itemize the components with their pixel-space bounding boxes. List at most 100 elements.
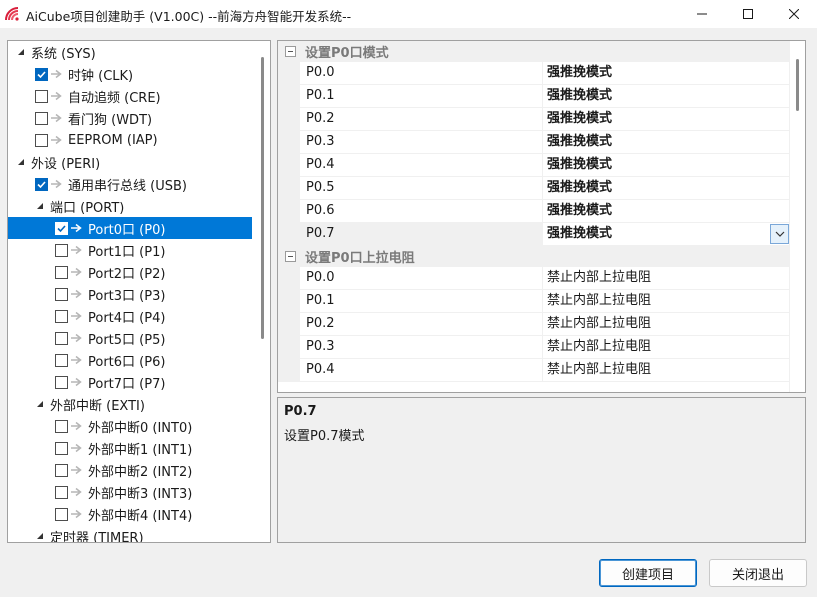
checkbox[interactable] xyxy=(55,265,68,279)
property-row[interactable]: P0.5 强推挽模式 xyxy=(278,177,790,200)
tree-scrollbar[interactable] xyxy=(256,41,270,542)
checkbox[interactable] xyxy=(55,353,68,367)
tree-item[interactable]: 外部中断0 (INT0) xyxy=(8,415,252,437)
checkbox[interactable] xyxy=(55,243,68,257)
tree-item[interactable]: 外部中断4 (INT4) xyxy=(8,503,252,525)
property-value[interactable]: 禁止内部上拉电阻 xyxy=(543,313,790,336)
collapse-icon[interactable] xyxy=(285,251,296,262)
grid-scrollbar[interactable] xyxy=(789,41,805,392)
expand-triangle-icon[interactable] xyxy=(16,47,26,57)
tree-group[interactable]: 外部中断 (EXTI) xyxy=(8,393,252,415)
checkbox[interactable] xyxy=(55,375,68,389)
property-row[interactable]: P0.0 强推挽模式 xyxy=(278,62,790,85)
checkbox[interactable] xyxy=(55,331,68,345)
tree-item[interactable]: 外部中断2 (INT2) xyxy=(8,459,252,481)
property-value[interactable]: 强推挽模式 xyxy=(543,223,790,246)
checkbox[interactable] xyxy=(55,419,68,433)
property-grid[interactable]: 设置P0口模式 P0.0 强推挽模式 P0.1 强推挽模式 P0.2 强推挽模式 P0.3 强推… xyxy=(277,40,806,393)
property-row[interactable]: P0.3 禁止内部上拉电阻 xyxy=(278,336,790,359)
tree-item[interactable]: 通用串行总线 (USB) xyxy=(8,173,252,195)
expand-triangle-icon[interactable] xyxy=(35,399,45,409)
tree-item[interactable]: Port1口 (P1) xyxy=(8,239,252,261)
checkbox[interactable] xyxy=(55,485,68,499)
expand-triangle-icon[interactable] xyxy=(35,201,45,211)
property-row[interactable]: P0.1 禁止内部上拉电阻 xyxy=(278,290,790,313)
expand-triangle-icon[interactable] xyxy=(35,531,45,541)
property-row[interactable]: P0.2 强推挽模式 xyxy=(278,108,790,131)
property-row[interactable]: P0.7 强推挽模式 xyxy=(278,223,790,246)
property-name[interactable]: P0.0 xyxy=(300,267,543,290)
property-row[interactable]: P0.6 强推挽模式 xyxy=(278,200,790,223)
tree-item[interactable]: Port0口 (P0) xyxy=(8,217,252,239)
minimize-button[interactable] xyxy=(679,0,725,28)
close-exit-button[interactable]: 关闭退出 xyxy=(709,559,807,587)
expand-triangle-icon[interactable] xyxy=(16,157,26,167)
tree-scrollbar-thumb[interactable] xyxy=(261,57,264,339)
property-value[interactable]: 强推挽模式 xyxy=(543,131,790,154)
property-row[interactable]: P0.3 强推挽模式 xyxy=(278,131,790,154)
grid-scrollbar-thumb[interactable] xyxy=(796,59,799,111)
collapse-icon[interactable] xyxy=(285,46,296,57)
property-value[interactable]: 强推挽模式 xyxy=(543,200,790,223)
tree-group[interactable]: 外设 (PERI) xyxy=(8,151,252,173)
property-name[interactable]: P0.7 xyxy=(300,223,543,246)
tree-item[interactable]: Port3口 (P3) xyxy=(8,283,252,305)
tree-item[interactable]: Port4口 (P4) xyxy=(8,305,252,327)
property-row[interactable]: P0.0 禁止内部上拉电阻 xyxy=(278,267,790,290)
title-bar[interactable]: AiCube项目创建助手 (V1.00C) --前海方舟智能开发系统-- xyxy=(0,0,817,28)
property-row[interactable]: P0.2 禁止内部上拉电阻 xyxy=(278,313,790,336)
property-name[interactable]: P0.3 xyxy=(300,336,543,359)
tree-item[interactable]: Port7口 (P7) xyxy=(8,371,252,393)
create-project-button[interactable]: 创建项目 xyxy=(599,559,697,587)
tree-item[interactable]: 自动追频 (CRE) xyxy=(8,85,252,107)
checkbox[interactable] xyxy=(55,507,68,521)
dropdown-button[interactable] xyxy=(770,224,789,244)
property-name[interactable]: P0.5 xyxy=(300,177,543,200)
tree-group[interactable]: 端口 (PORT) xyxy=(8,195,252,217)
property-name[interactable]: P0.6 xyxy=(300,200,543,223)
property-category[interactable]: 设置P0口模式 xyxy=(278,41,790,62)
property-value[interactable]: 强推挽模式 xyxy=(543,108,790,131)
property-value[interactable]: 强推挽模式 xyxy=(543,177,790,200)
property-value[interactable]: 禁止内部上拉电阻 xyxy=(543,267,790,290)
property-name[interactable]: P0.2 xyxy=(300,108,543,131)
maximize-button[interactable] xyxy=(725,0,771,28)
property-value[interactable]: 禁止内部上拉电阻 xyxy=(543,290,790,313)
tree-item[interactable]: Port5口 (P5) xyxy=(8,327,252,349)
tree-item[interactable]: 外部中断1 (INT1) xyxy=(8,437,252,459)
tree-group[interactable]: 定时器 (TIMER) xyxy=(8,525,252,542)
property-row[interactable]: P0.1 强推挽模式 xyxy=(278,85,790,108)
tree-item[interactable]: Port6口 (P6) xyxy=(8,349,252,371)
checkbox[interactable] xyxy=(55,463,68,477)
property-value[interactable]: 强推挽模式 xyxy=(543,85,790,108)
property-value[interactable]: 禁止内部上拉电阻 xyxy=(543,359,790,382)
checkbox[interactable] xyxy=(55,287,68,301)
checkbox[interactable] xyxy=(35,177,48,191)
property-row[interactable]: P0.4 禁止内部上拉电阻 xyxy=(278,359,790,382)
tree-item[interactable]: 看门狗 (WDT) xyxy=(8,107,252,129)
checkbox[interactable] xyxy=(35,89,48,103)
close-button[interactable] xyxy=(771,0,817,28)
checkbox[interactable] xyxy=(55,309,68,323)
property-name[interactable]: P0.4 xyxy=(300,359,543,382)
property-name[interactable]: P0.4 xyxy=(300,154,543,177)
tree-item[interactable]: Port2口 (P2) xyxy=(8,261,252,283)
checkbox[interactable] xyxy=(35,67,48,81)
property-name[interactable]: P0.2 xyxy=(300,313,543,336)
property-value[interactable]: 强推挽模式 xyxy=(543,62,790,85)
checkbox[interactable] xyxy=(55,221,68,235)
property-value[interactable]: 强推挽模式 xyxy=(543,154,790,177)
tree-item[interactable]: 时钟 (CLK) xyxy=(8,63,252,85)
checkbox[interactable] xyxy=(35,111,48,125)
checkbox[interactable] xyxy=(55,441,68,455)
property-category[interactable]: 设置P0口上拉电阻 xyxy=(278,246,790,267)
property-name[interactable]: P0.0 xyxy=(300,62,543,85)
checkbox[interactable] xyxy=(35,133,48,147)
property-row[interactable]: P0.4 强推挽模式 xyxy=(278,154,790,177)
tree-item[interactable]: EEPROM (IAP) xyxy=(8,129,252,151)
property-name[interactable]: P0.3 xyxy=(300,131,543,154)
tree-item[interactable]: 外部中断3 (INT3) xyxy=(8,481,252,503)
property-name[interactable]: P0.1 xyxy=(300,290,543,313)
property-name[interactable]: P0.1 xyxy=(300,85,543,108)
peripheral-tree[interactable]: 系统 (SYS) 时钟 (CLK) 自动追频 (CRE) 看门狗 (WDT) EEPRO… xyxy=(7,40,271,543)
